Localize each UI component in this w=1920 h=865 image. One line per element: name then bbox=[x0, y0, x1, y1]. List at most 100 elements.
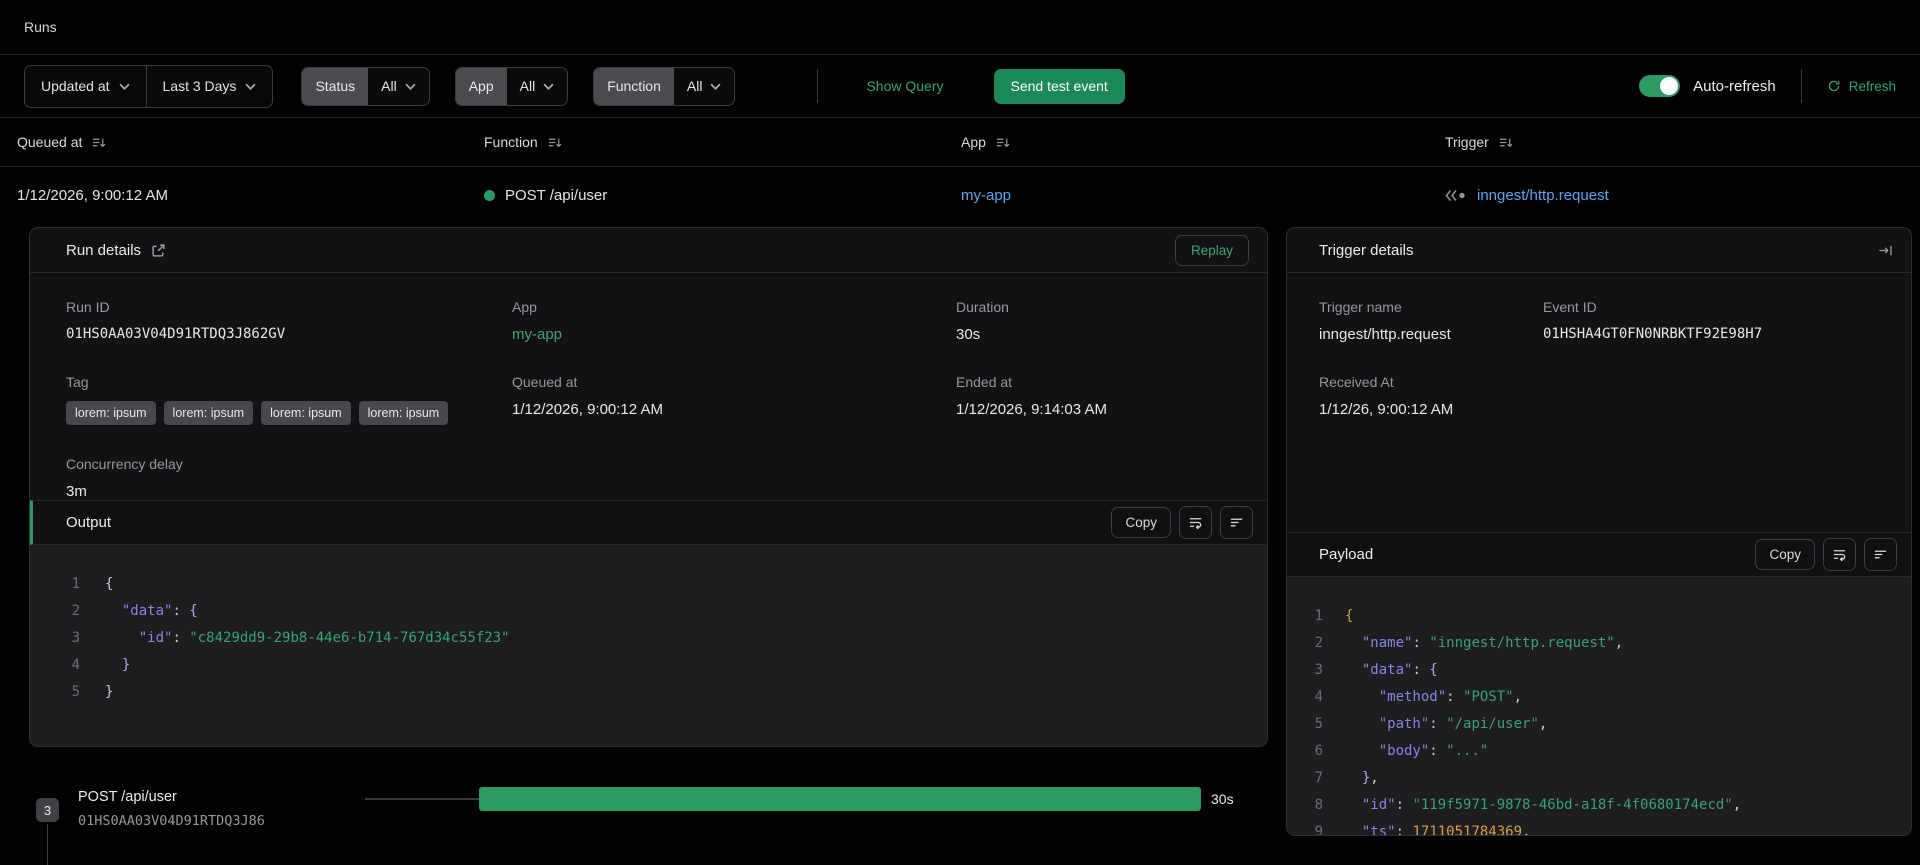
code-line: 6 "body": "..." bbox=[1287, 738, 1911, 765]
line-number: 2 bbox=[71, 603, 80, 619]
sort-field-dropdown[interactable]: Updated at bbox=[25, 66, 145, 107]
chevron-down-icon bbox=[405, 83, 416, 90]
copy-payload-button[interactable]: Copy bbox=[1755, 538, 1815, 570]
output-code: 1{2 "data": {3 "id": "c8429dd9-29b8-44e6… bbox=[30, 545, 1267, 746]
code-line: 8 "id": "119f5971-9878-46bd-a18f-4f06801… bbox=[1287, 792, 1911, 819]
code-line: 4 "method": "POST", bbox=[1287, 684, 1911, 711]
run-details-header: Run details Replay bbox=[30, 228, 1267, 273]
app-filter: App All bbox=[454, 66, 569, 106]
status-dot-completed bbox=[484, 190, 495, 201]
external-link-icon[interactable] bbox=[151, 243, 166, 258]
code-line: 2 "data": { bbox=[30, 598, 1267, 625]
output-title: Output bbox=[66, 514, 112, 531]
line-number: 3 bbox=[1314, 661, 1323, 678]
refresh-button[interactable]: Refresh bbox=[1827, 79, 1896, 94]
field-app: App my-app bbox=[512, 299, 956, 343]
run-function-cell: POST /api/user bbox=[484, 187, 961, 204]
app-link[interactable]: my-app bbox=[961, 187, 1011, 204]
received-at-value: 1/12/26, 9:00:12 AM bbox=[1319, 401, 1454, 418]
trigger-name-value: inngest/http.request bbox=[1319, 326, 1451, 343]
field-run-id: Run ID 01HS0AA03V04D91RTDQ3J862GV bbox=[66, 299, 512, 343]
trigger-details-panel: Trigger details Trigger name inngest/htt… bbox=[1286, 227, 1912, 836]
column-header-trigger[interactable]: Trigger bbox=[1445, 134, 1920, 150]
auto-refresh-toggle[interactable] bbox=[1639, 75, 1681, 97]
line-number: 8 bbox=[1314, 796, 1323, 813]
align-left-icon bbox=[1230, 518, 1243, 527]
sort-descending-icon bbox=[548, 138, 562, 147]
word-wrap-button[interactable] bbox=[1823, 537, 1856, 571]
payload-title: Payload bbox=[1319, 545, 1374, 563]
align-left-button[interactable] bbox=[1864, 537, 1897, 571]
status-filter-label: Status bbox=[302, 67, 369, 105]
ended-at-value: 1/12/2026, 9:14:03 AM bbox=[956, 401, 1107, 418]
column-header-function[interactable]: Function bbox=[484, 134, 961, 150]
top-bar: Runs bbox=[0, 0, 1920, 55]
send-test-event-button[interactable]: Send test event bbox=[993, 68, 1125, 104]
column-header-app[interactable]: App bbox=[961, 134, 1445, 150]
code-line: 4 } bbox=[30, 652, 1267, 679]
run-row[interactable]: 1/12/2026, 9:00:12 AM POST /api/user my-… bbox=[0, 167, 1920, 224]
run-queued-at-cell: 1/12/2026, 9:00:12 AM bbox=[17, 187, 168, 204]
page-title: Runs bbox=[24, 19, 57, 35]
copy-output-button[interactable]: Copy bbox=[1111, 507, 1171, 538]
trigger-details-title: Trigger details bbox=[1319, 241, 1414, 259]
time-filter-group: Updated at Last 3 Days bbox=[24, 64, 274, 108]
trigger-details-header: Trigger details bbox=[1287, 228, 1911, 273]
event-id-value: 01HSHA4GT0FN0NRBKTF92E98H7 bbox=[1543, 326, 1763, 342]
timeline-duration-bar[interactable] bbox=[479, 787, 1201, 811]
run-details-title: Run details bbox=[66, 241, 142, 259]
line-number: 5 bbox=[71, 684, 80, 700]
timeline-step-run-id: 01HS0AA03V04D91RTDQ3J86 bbox=[78, 813, 265, 829]
run-timeline: 3 POST /api/user 01HS0AA03V04D91RTDQ3J86… bbox=[0, 785, 1280, 865]
code-line: 3 "id": "c8429dd9-29b8-44e6-b714-767d34c… bbox=[30, 625, 1267, 652]
app-filter-dropdown[interactable]: All bbox=[507, 68, 568, 105]
chevron-down-icon bbox=[118, 83, 130, 90]
timeline-step-name: POST /api/user bbox=[78, 789, 177, 805]
column-header-queued-at[interactable]: Queued at bbox=[17, 134, 484, 150]
word-wrap-icon bbox=[1189, 518, 1202, 530]
chevron-down-icon bbox=[245, 83, 256, 90]
line-number: 4 bbox=[1314, 688, 1323, 705]
line-number: 7 bbox=[1314, 769, 1323, 786]
status-filter-dropdown[interactable]: All bbox=[368, 68, 429, 105]
code-line: 2 "name": "inngest/http.request", bbox=[1287, 630, 1911, 657]
divider bbox=[817, 69, 819, 103]
refresh-icon bbox=[1828, 80, 1840, 92]
duration-value: 30s bbox=[956, 326, 981, 343]
time-range-dropdown[interactable]: Last 3 Days bbox=[145, 65, 273, 107]
word-wrap-button[interactable] bbox=[1179, 506, 1212, 539]
word-wrap-icon bbox=[1833, 549, 1846, 561]
field-queued-at: Queued at 1/12/2026, 9:00:12 AM bbox=[512, 374, 956, 425]
event-trigger-icon bbox=[1445, 190, 1465, 201]
field-received-at: Received At 1/12/26, 9:00:12 AM bbox=[1319, 374, 1543, 418]
payload-section-header: Payload Copy bbox=[1287, 531, 1911, 577]
align-left-button[interactable] bbox=[1220, 506, 1253, 539]
run-details-fields: Run ID 01HS0AA03V04D91RTDQ3J862GV App my… bbox=[30, 273, 1267, 500]
runs-table-header: Queued at Function App Trigger bbox=[0, 118, 1920, 167]
line-number: 9 bbox=[1314, 823, 1323, 836]
field-trigger-name: Trigger name inngest/http.request bbox=[1319, 299, 1543, 343]
field-tag: Tag lorem: ipsum lorem: ipsum lorem: ipsum… bbox=[66, 374, 512, 425]
line-number: 1 bbox=[71, 576, 80, 592]
collapse-panel-icon[interactable] bbox=[1878, 243, 1893, 258]
field-duration: Duration 30s bbox=[956, 299, 1243, 343]
app-link[interactable]: my-app bbox=[512, 326, 956, 343]
queued-at-value: 1/12/2026, 9:00:12 AM bbox=[512, 401, 663, 418]
output-section-header: Output Copy bbox=[30, 500, 1267, 545]
run-details-panel: Run details Replay Run ID 01HS0AA03V04D9… bbox=[29, 227, 1268, 747]
sort-descending-icon bbox=[93, 138, 106, 147]
replay-button[interactable]: Replay bbox=[1174, 234, 1249, 266]
function-filter-dropdown[interactable]: All bbox=[674, 68, 735, 105]
field-concurrency-delay: Concurrency delay 3m bbox=[66, 456, 512, 500]
chevron-down-icon bbox=[543, 83, 554, 90]
line-number: 6 bbox=[1314, 742, 1323, 759]
step-count-badge[interactable]: 3 bbox=[36, 798, 59, 822]
trigger-link[interactable]: inngest/http.request bbox=[1477, 187, 1609, 204]
function-filter: Function All bbox=[593, 66, 736, 106]
show-query-button[interactable]: Show Query bbox=[866, 78, 943, 94]
timeline-duration-label: 30s bbox=[1211, 791, 1234, 807]
timeline-branch-line bbox=[47, 824, 48, 865]
app-filter-label: App bbox=[455, 67, 507, 105]
tag-chip: lorem: ipsum bbox=[66, 401, 156, 425]
concurrency-delay-value: 3m bbox=[66, 483, 87, 500]
